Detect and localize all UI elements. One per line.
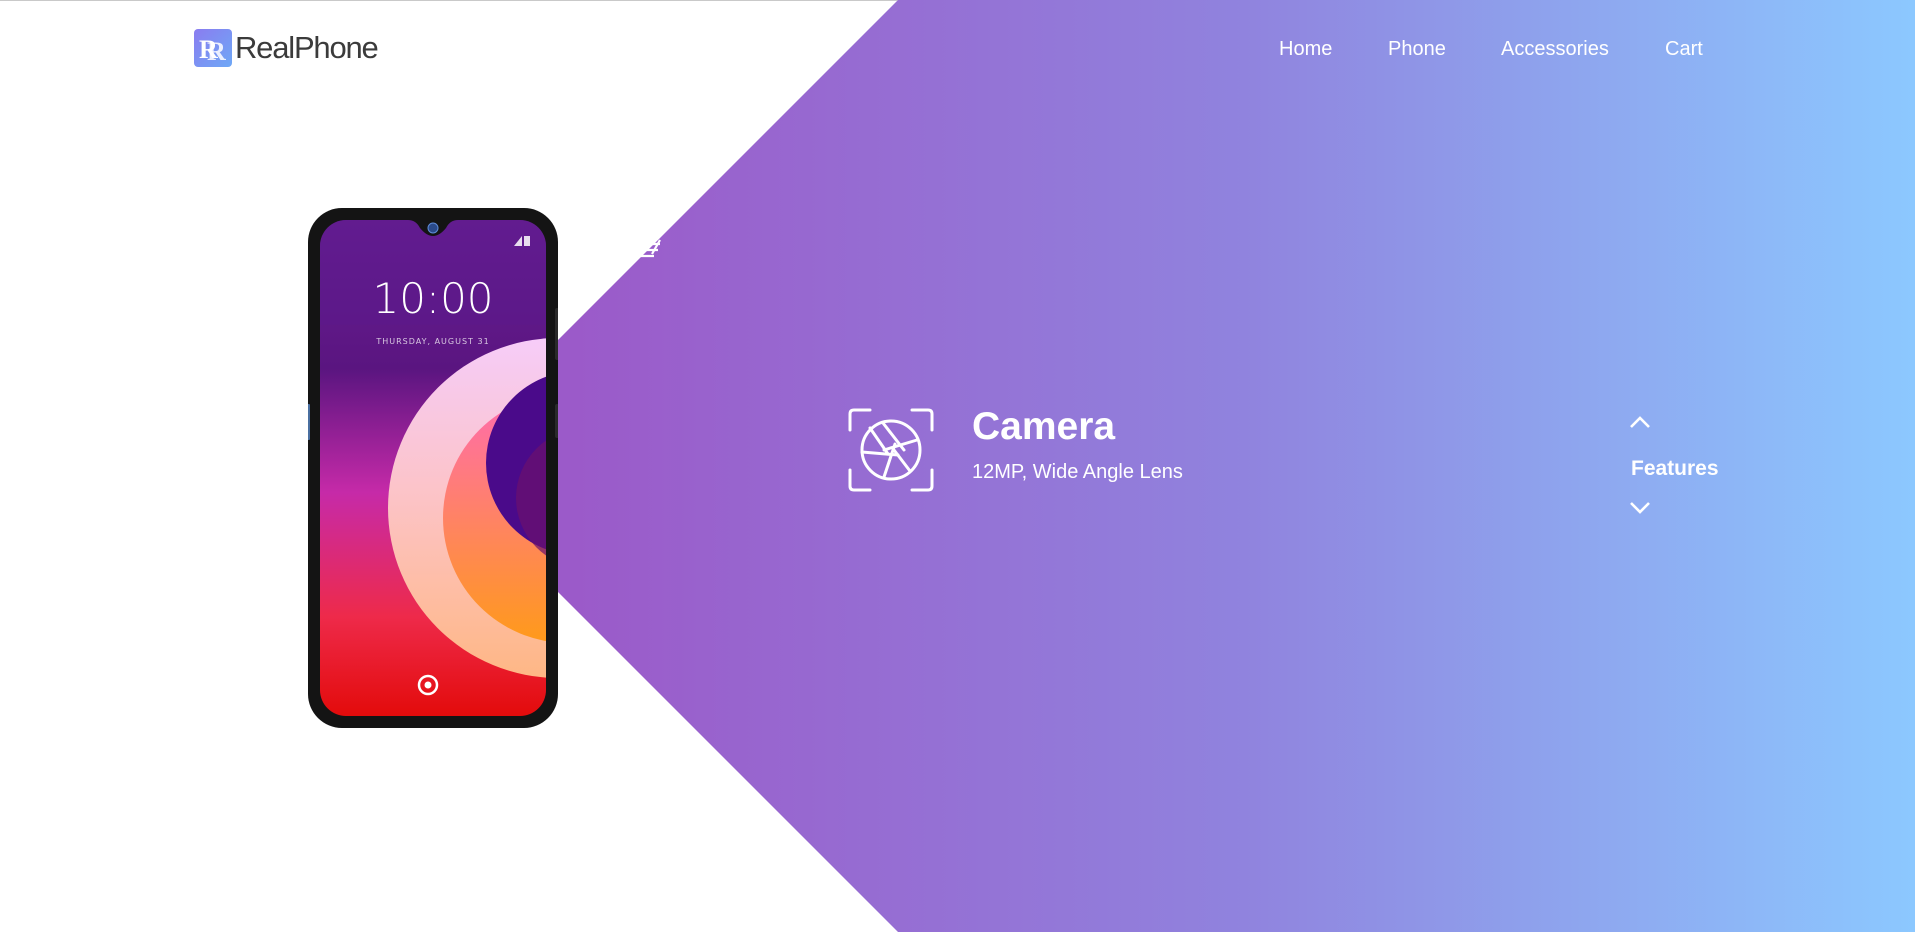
chevron-up-icon[interactable] — [1628, 414, 1652, 430]
nav-cart-link[interactable]: Cart — [1665, 38, 1703, 61]
phone-image: 10:00 THURSDAY, AUGUST 31 — [308, 208, 558, 728]
realphone-logo-icon: R R — [194, 29, 232, 67]
phone-date: THURSDAY, AUGUST 31 — [375, 337, 489, 346]
brand-logo[interactable]: R R RealPhone — [194, 28, 379, 68]
nav-phone-link[interactable]: Phone — [1388, 38, 1446, 61]
feature-title: Camera — [972, 405, 1116, 448]
chevron-down-icon[interactable] — [1628, 500, 1652, 516]
feature-description: 12MP, Wide Angle Lens — [972, 461, 1183, 483]
camera-aperture-icon — [848, 408, 934, 492]
features-label: Features — [1631, 457, 1719, 480]
brand-name: RealPhone — [235, 30, 379, 65]
decorative-lines-icon — [628, 239, 661, 258]
phone-clock: 10:00 — [372, 274, 493, 323]
svg-text:R: R — [207, 37, 226, 66]
nav-home-link[interactable]: Home — [1279, 38, 1332, 61]
hero-gradient-background — [432, 0, 1915, 932]
nav-accessories-link[interactable]: Accessories — [1501, 38, 1609, 61]
